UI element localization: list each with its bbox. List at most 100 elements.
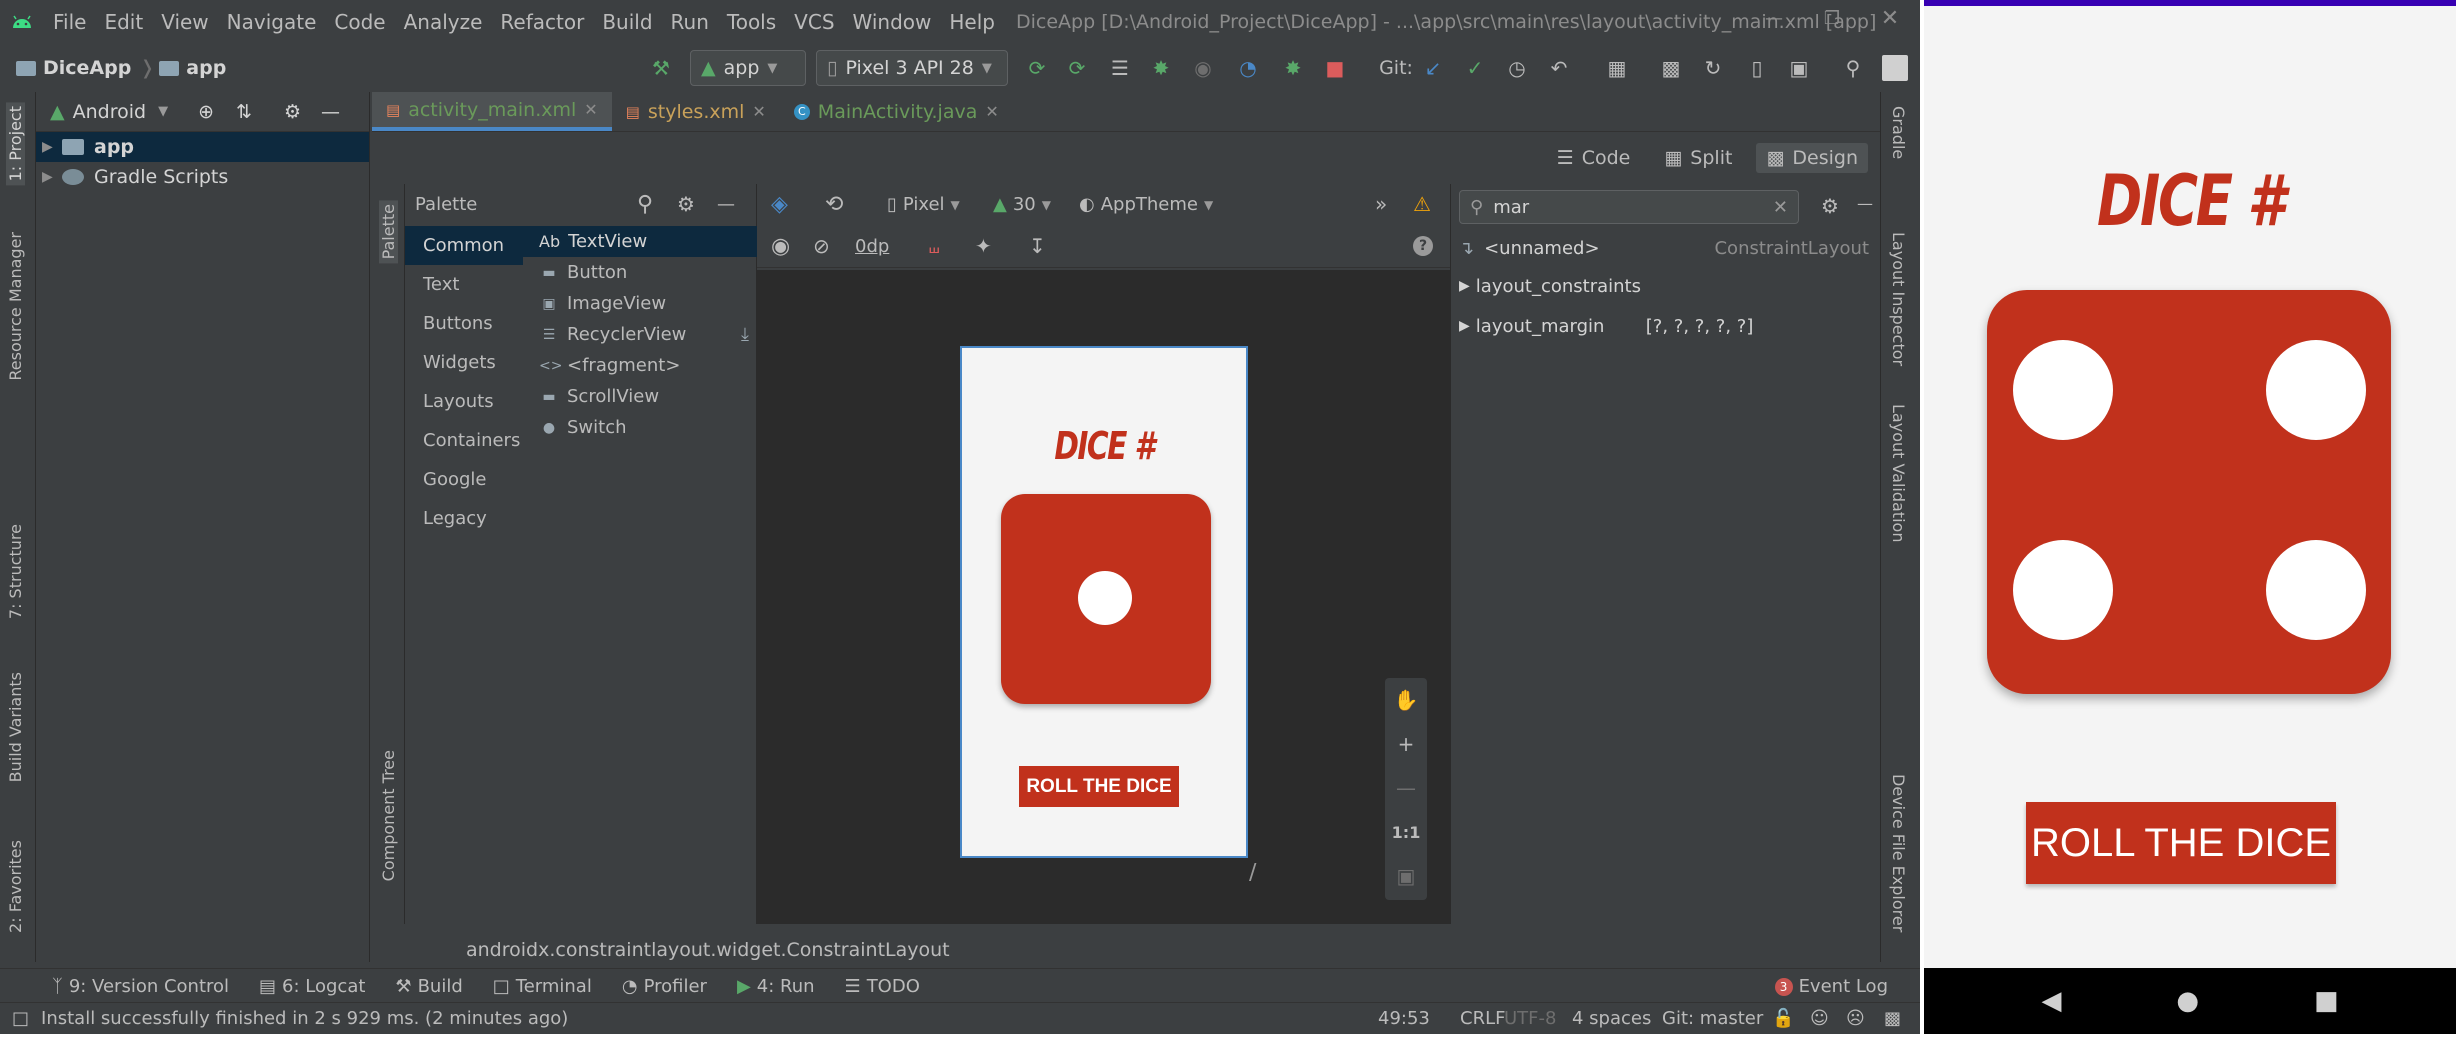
menu-vcs[interactable]: VCS <box>785 10 843 34</box>
run-config-dropdown[interactable]: ▲ app ▼ <box>690 50 806 86</box>
memory-indicator-icon[interactable]: ▩ <box>1884 1008 1901 1029</box>
disable-autoconnect-icon[interactable]: ⊘ <box>813 234 830 258</box>
menu-build[interactable]: Build <box>593 10 661 34</box>
palette-category-common[interactable]: Common <box>405 226 523 265</box>
tab-device-file-explorer[interactable]: Device File Explorer <box>1889 774 1908 932</box>
layout-inspector-icon[interactable]: ▣ <box>1786 55 1812 81</box>
sdk-manager-icon[interactable]: ▩ <box>1658 55 1684 81</box>
tool-profiler[interactable]: ◔ Profiler <box>622 976 707 997</box>
download-icon[interactable]: ⤓ <box>741 324 749 345</box>
run-tests-icon[interactable]: ✸ <box>1280 55 1306 81</box>
guidelines-icon[interactable]: ↧ <box>1029 234 1046 258</box>
collapse-all-icon[interactable]: ⇅ <box>236 101 252 123</box>
tab-layout-inspector[interactable]: Layout Inspector <box>1889 232 1908 366</box>
back-icon[interactable]: ◀ <box>2041 986 2061 1016</box>
theme-dropdown[interactable]: ◐ AppTheme ▼ <box>1079 194 1213 215</box>
hide-panel-icon[interactable]: — <box>717 194 735 215</box>
search-everywhere-icon[interactable]: ⚲ <box>1840 55 1866 81</box>
menu-file[interactable]: File <box>44 10 95 34</box>
tree-item-gradle-scripts[interactable]: ▶ Gradle Scripts <box>36 162 369 192</box>
palette-item-scrollview[interactable]: ▬ ScrollView <box>523 381 757 412</box>
profile-icon[interactable]: ◔ <box>1235 55 1261 81</box>
menu-refactor[interactable]: Refactor <box>491 10 593 34</box>
close-icon[interactable]: ✕ <box>985 102 998 121</box>
palette-item-fragment[interactable]: <> <fragment> <box>523 350 757 381</box>
layout-preview-phone[interactable]: DICE # ROLL THE DICE <box>960 346 1248 858</box>
roll-dice-button[interactable]: ROLL THE DICE <box>2026 802 2336 884</box>
clear-constraints-icon[interactable]: ⧢ <box>929 234 939 258</box>
indent-setting[interactable]: 4 spaces <box>1572 1008 1651 1029</box>
tab-mainactivity-java[interactable]: C MainActivity.java ✕ <box>780 92 1013 131</box>
tab-layout-validation[interactable]: Layout Validation <box>1889 404 1908 542</box>
expand-arrow-icon[interactable]: ▶ <box>42 169 62 185</box>
mode-split-button[interactable]: ▦ Split <box>1654 143 1742 173</box>
git-commit-icon[interactable]: ✓ <box>1462 55 1488 81</box>
recents-icon[interactable]: ■ <box>2314 986 2339 1016</box>
tool-todo[interactable]: ☰ TODO <box>845 976 920 997</box>
palette-category-widgets[interactable]: Widgets <box>405 343 523 382</box>
menu-analyze[interactable]: Analyze <box>395 10 492 34</box>
tab-structure[interactable]: 7: Structure <box>6 524 25 619</box>
hide-panel-icon[interactable]: — <box>321 101 340 123</box>
clear-search-icon[interactable]: ✕ <box>1773 197 1788 218</box>
tab-palette[interactable]: Palette <box>379 200 398 264</box>
palette-category-buttons[interactable]: Buttons <box>405 304 523 343</box>
git-rollback-icon[interactable]: ↶ <box>1546 55 1572 81</box>
home-icon[interactable]: ● <box>2176 986 2199 1016</box>
pan-hand-icon[interactable]: ✋ <box>1385 678 1427 722</box>
orientation-icon[interactable]: ⟲ <box>825 192 843 217</box>
make-project-icon[interactable]: ⚒ <box>648 55 674 81</box>
debug-icon[interactable]: ✸ <box>1148 55 1174 81</box>
gear-icon[interactable]: ⚙ <box>1821 194 1839 218</box>
palette-category-text[interactable]: Text <box>405 265 523 304</box>
palette-item-recyclerview[interactable]: ☰ RecyclerView ⤓ <box>523 319 757 350</box>
frown-icon[interactable]: ☹ <box>1846 1008 1865 1029</box>
attribute-row-layout-margin[interactable]: ▶ layout_margin [?, ?, ?, ?, ?] <box>1459 308 1879 344</box>
tool-build[interactable]: ⚒ Build <box>395 976 462 997</box>
attribute-value[interactable]: [?, ?, ?, ?, ?] <box>1646 316 1754 337</box>
expand-arrow-icon[interactable]: ▶ <box>1459 278 1470 294</box>
status-message[interactable]: Install successfully finished in 2 s 929… <box>41 1008 568 1029</box>
file-encoding[interactable]: UTF-8 <box>1504 1008 1556 1029</box>
tool-run[interactable]: ▶ 4: Run <box>737 976 815 997</box>
menu-run[interactable]: Run <box>662 10 718 34</box>
apply-code-changes-icon[interactable]: ⟳ <box>1064 55 1090 81</box>
menu-edit[interactable]: Edit <box>95 10 152 34</box>
menu-navigate[interactable]: Navigate <box>218 10 326 34</box>
search-icon[interactable]: ⚲ <box>637 192 653 217</box>
attach-debugger-icon[interactable]: ◉ <box>1190 55 1216 81</box>
tab-build-variants[interactable]: Build Variants <box>6 672 25 782</box>
palette-category-layouts[interactable]: Layouts <box>405 382 523 421</box>
expand-arrow-icon[interactable]: ▶ <box>1459 318 1470 334</box>
tool-windows-icon[interactable]: □ <box>12 1008 29 1029</box>
sync-gradle-icon[interactable]: ↻ <box>1700 55 1726 81</box>
resize-handle-icon[interactable]: ∕ <box>1249 860 1256 885</box>
infer-constraints-icon[interactable]: ✦ <box>975 234 992 258</box>
tab-styles-xml[interactable]: ▤ styles.xml ✕ <box>612 92 780 131</box>
line-separator[interactable]: CRLF <box>1460 1008 1505 1029</box>
palette-category-containers[interactable]: Containers <box>405 421 523 460</box>
overflow-chevron-icon[interactable]: » <box>1375 192 1387 216</box>
palette-item-textview[interactable]: Ab TextView <box>523 226 757 257</box>
attribute-row-layout-constraints[interactable]: ▶ layout_constraints <box>1459 268 1879 304</box>
menu-code[interactable]: Code <box>325 10 394 34</box>
close-icon[interactable]: ✕ <box>752 102 765 121</box>
gear-icon[interactable]: ⚙ <box>284 101 301 123</box>
mode-code-button[interactable]: ☰ Code <box>1547 143 1641 173</box>
tab-component-tree[interactable]: Component Tree <box>379 750 398 881</box>
preview-roll-button[interactable]: ROLL THE DICE <box>1019 766 1179 807</box>
tool-version-control[interactable]: ᛉ 9: Version Control <box>52 976 229 997</box>
project-structure-icon[interactable]: ▦ <box>1604 55 1630 81</box>
preview-title-text[interactable]: DICE # <box>993 424 1215 468</box>
close-window-icon[interactable]: ✕ <box>1861 0 1919 36</box>
project-view-selector[interactable]: ▲ Android ▼ ⊕ ⇅ ⚙ — <box>36 92 369 132</box>
device-preview-dropdown[interactable]: ▯ Pixel ▼ <box>887 194 960 215</box>
tool-terminal[interactable]: □ Terminal <box>493 976 592 997</box>
git-history-icon[interactable]: ◷ <box>1504 55 1530 81</box>
menu-help[interactable]: Help <box>940 10 1004 34</box>
apply-changes-icon[interactable]: ⟳ <box>1024 55 1050 81</box>
zoom-to-fit-icon[interactable]: ▣ <box>1385 854 1427 898</box>
menu-view[interactable]: View <box>152 10 217 34</box>
smile-icon[interactable]: ☺ <box>1810 1008 1829 1029</box>
default-margin-field[interactable]: 0dp <box>855 236 889 257</box>
